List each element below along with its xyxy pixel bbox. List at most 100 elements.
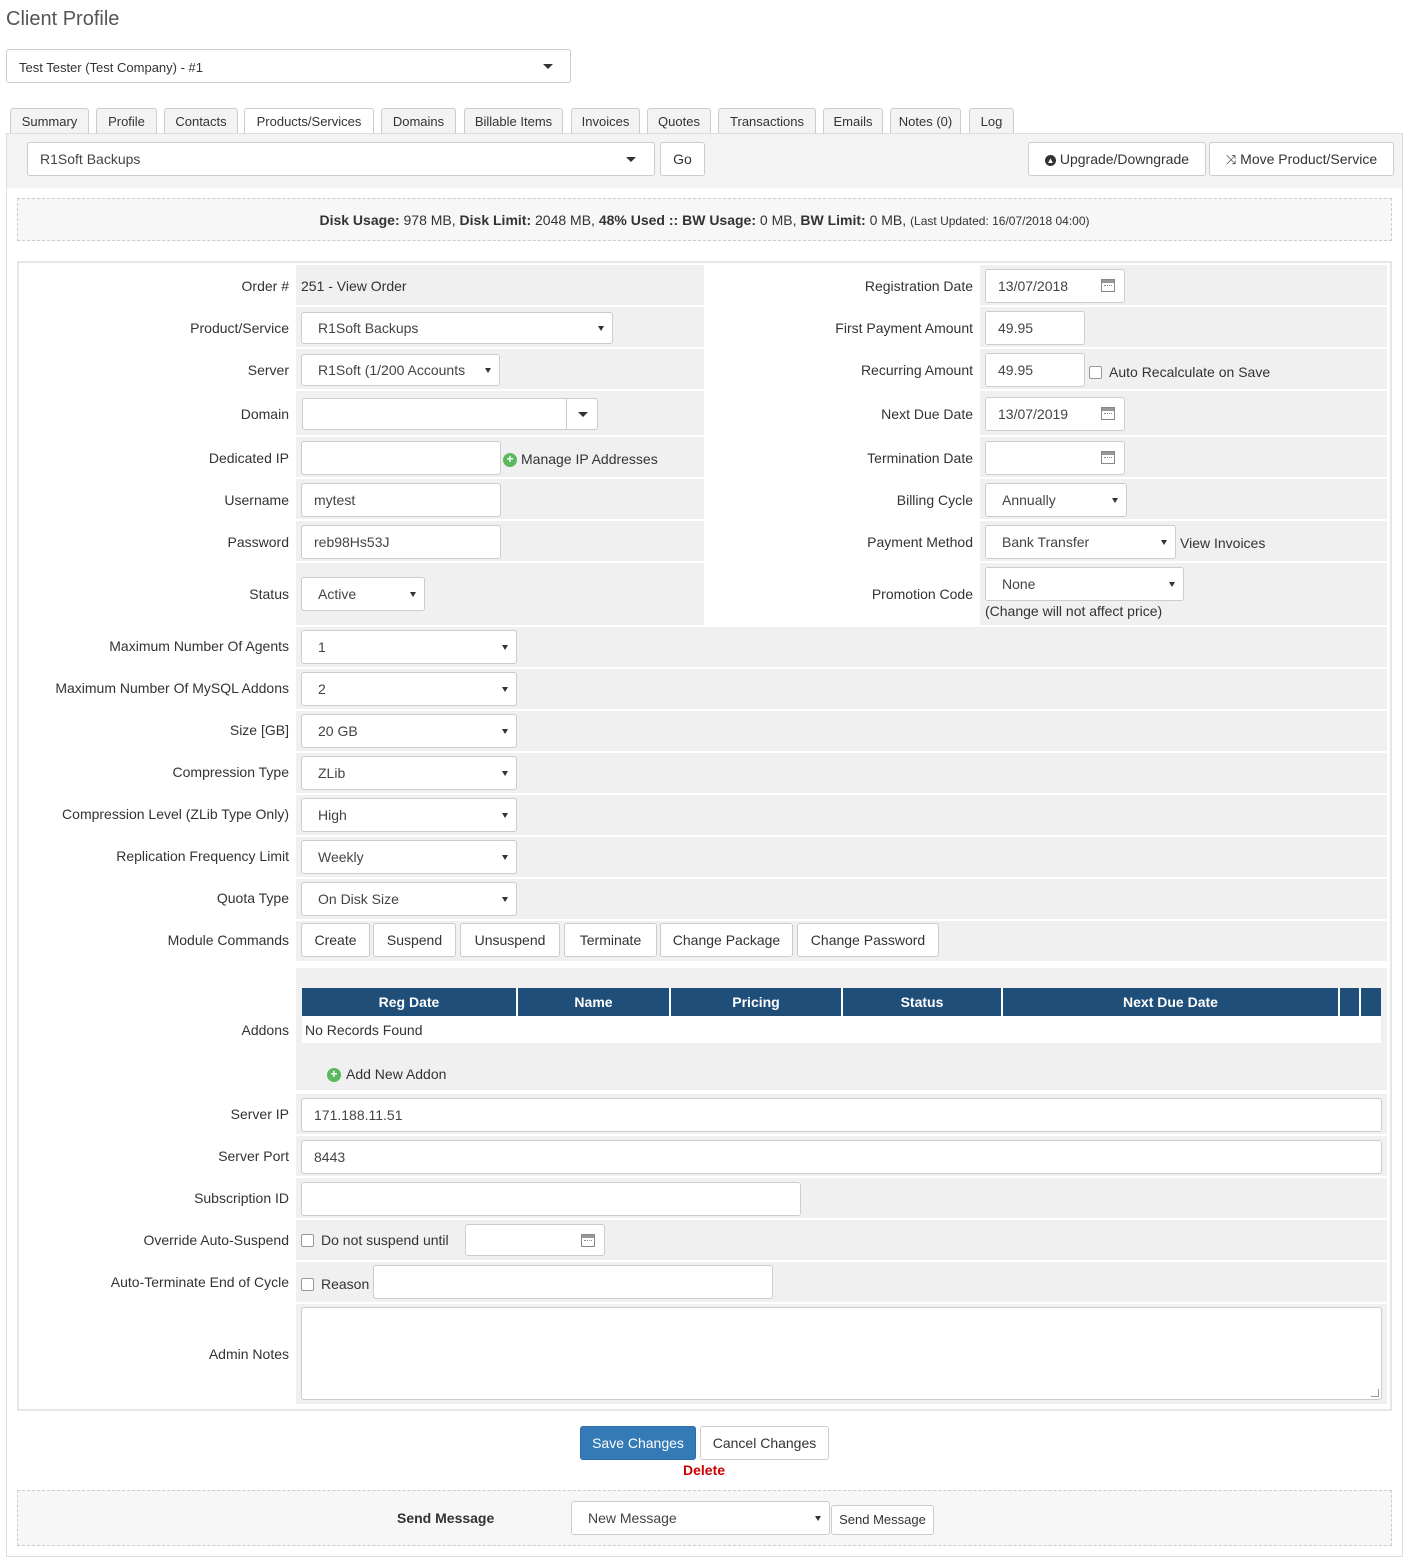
disk-usage-value: 978 MB, xyxy=(403,212,456,228)
password-input[interactable]: reb98Hs53J xyxy=(301,525,501,559)
billing-cycle-label: Billing Cycle xyxy=(896,492,973,508)
server-port-input[interactable]: 8443 xyxy=(301,1140,1382,1174)
server-ip-input[interactable]: 171.188.11.51 xyxy=(301,1098,1382,1132)
addons-header-next-due[interactable]: Next Due Date xyxy=(1003,988,1340,1016)
create-button[interactable]: Create xyxy=(301,923,370,957)
billing-cycle-select[interactable]: Annually xyxy=(985,483,1127,517)
override-checkbox[interactable] xyxy=(301,1234,314,1247)
auto-recalc-checkbox[interactable] xyxy=(1089,366,1102,379)
reason-input[interactable] xyxy=(373,1265,773,1299)
tab-domains[interactable]: Domains xyxy=(381,108,456,134)
terminate-button[interactable]: Terminate xyxy=(564,923,657,957)
view-invoices-link[interactable]: View Invoices xyxy=(1180,535,1265,551)
resize-handle-icon[interactable] xyxy=(1371,1389,1379,1397)
manage-ip-link[interactable]: Manage IP Addresses xyxy=(521,451,658,467)
product-select[interactable]: R1Soft Backups xyxy=(27,142,655,176)
tab-products-services[interactable]: Products/Services xyxy=(244,108,374,135)
next-due-input[interactable]: 13/07/2019 xyxy=(985,397,1125,431)
option-label-compression-type: Compression Type xyxy=(172,764,289,780)
tab-emails[interactable]: Emails xyxy=(823,108,883,134)
subscription-input[interactable] xyxy=(301,1182,801,1216)
change-package-button[interactable]: Change Package xyxy=(660,923,793,957)
domain-input[interactable] xyxy=(302,398,598,430)
disk-used-percent: 48% Used xyxy=(598,212,665,228)
recurring-label: Recurring Amount xyxy=(860,362,973,378)
override-label: Override Auto-Suspend xyxy=(143,1232,289,1248)
option-label-compression-level: Compression Level (ZLib Type Only) xyxy=(62,806,289,822)
domain-dropdown-toggle[interactable] xyxy=(566,399,598,429)
tab-contacts[interactable]: Contacts xyxy=(164,108,238,134)
tab-summary[interactable]: Summary xyxy=(10,108,89,134)
chevron-down-icon xyxy=(578,412,588,417)
go-button[interactable]: Go xyxy=(660,142,705,176)
move-product-label: Move Product/Service xyxy=(1240,151,1378,167)
tab-transactions[interactable]: Transactions xyxy=(718,108,816,134)
autoterm-label: Auto-Terminate End of Cycle xyxy=(110,1274,289,1290)
send-message-button[interactable]: Send Message xyxy=(831,1505,934,1535)
move-product-button[interactable]: ⤨ Move Product/Service xyxy=(1209,142,1394,176)
unsuspend-button[interactable]: Unsuspend xyxy=(460,923,560,957)
chevron-down-icon xyxy=(1169,582,1175,587)
option-select-agents[interactable]: 1 xyxy=(301,630,517,664)
recurring-input[interactable]: 49.95 xyxy=(985,353,1085,387)
override-date-input[interactable] xyxy=(465,1224,605,1256)
termination-label: Termination Date xyxy=(867,450,973,466)
promo-select[interactable]: None xyxy=(985,567,1184,601)
bw-usage-label: BW Usage: xyxy=(682,212,757,228)
dedicated-ip-input[interactable] xyxy=(301,441,501,475)
tab-invoices[interactable]: Invoices xyxy=(571,108,640,134)
reg-date-value: 13/07/2018 xyxy=(998,278,1069,294)
product-service-select[interactable]: R1Soft Backups xyxy=(301,312,613,344)
upgrade-downgrade-button[interactable]: ▲ Upgrade/Downgrade xyxy=(1028,142,1206,176)
dedicated-ip-label: Dedicated IP xyxy=(208,450,289,466)
option-value-compression-level: High xyxy=(318,807,347,823)
calendar-icon[interactable] xyxy=(1101,451,1115,464)
option-select-size[interactable]: 20 GB xyxy=(301,714,517,748)
tab-log[interactable]: Log xyxy=(969,108,1014,134)
option-select-mysql[interactable]: 2 xyxy=(301,672,517,706)
chevron-down-icon xyxy=(1161,540,1167,545)
payment-method-value: Bank Transfer xyxy=(1002,534,1090,550)
username-input[interactable]: mytest xyxy=(301,483,501,517)
client-select[interactable]: Test Tester (Test Company) - #1 xyxy=(6,49,571,83)
option-select-compression-type[interactable]: ZLib xyxy=(301,756,517,790)
status-select[interactable]: Active xyxy=(301,577,425,611)
next-due-value: 13/07/2019 xyxy=(998,406,1069,422)
option-select-quota[interactable]: On Disk Size xyxy=(301,882,517,916)
chevron-down-icon xyxy=(410,592,416,597)
change-password-button[interactable]: Change Password xyxy=(797,923,939,957)
delete-link[interactable]: Delete xyxy=(683,1462,725,1478)
tab-notes[interactable]: Notes (0) xyxy=(890,108,961,134)
usage-separator: :: xyxy=(668,212,679,228)
payment-method-select[interactable]: Bank Transfer xyxy=(985,525,1176,559)
suspend-button[interactable]: Suspend xyxy=(373,923,456,957)
product-select-value: R1Soft Backups xyxy=(40,151,141,167)
order-value-link[interactable]: 251 - View Order xyxy=(301,278,407,294)
status-label: Status xyxy=(249,586,289,602)
calendar-icon[interactable] xyxy=(581,1234,595,1247)
reg-date-input[interactable]: 13/07/2018 xyxy=(985,269,1125,303)
termination-input[interactable] xyxy=(985,441,1125,475)
tab-billable-items[interactable]: Billable Items xyxy=(464,108,563,134)
first-payment-input[interactable]: 49.95 xyxy=(985,311,1085,345)
addons-header-name[interactable]: Name xyxy=(518,988,671,1016)
calendar-icon[interactable] xyxy=(1101,279,1115,292)
addons-header-pricing[interactable]: Pricing xyxy=(671,988,843,1016)
cancel-changes-button[interactable]: Cancel Changes xyxy=(700,1426,829,1460)
addons-header-status[interactable]: Status xyxy=(843,988,1003,1016)
message-template-select[interactable]: New Message xyxy=(571,1501,830,1535)
option-select-compression-level[interactable]: High xyxy=(301,798,517,832)
add-addon-link[interactable]: Add New Addon xyxy=(346,1066,446,1082)
server-select[interactable]: R1Soft (1/200 Accounts xyxy=(301,354,500,386)
option-select-replication[interactable]: Weekly xyxy=(301,840,517,874)
product-service-value: R1Soft Backups xyxy=(318,320,419,336)
admin-notes-textarea[interactable] xyxy=(301,1307,1382,1400)
autoterm-checkbox[interactable] xyxy=(301,1278,314,1291)
tab-quotes[interactable]: Quotes xyxy=(647,108,711,134)
calendar-icon[interactable] xyxy=(1101,407,1115,420)
last-updated: (Last Updated: 16/07/2018 04:00) xyxy=(910,214,1090,228)
upgrade-downgrade-label: Upgrade/Downgrade xyxy=(1059,151,1190,167)
addons-header-reg-date[interactable]: Reg Date xyxy=(302,988,518,1016)
tab-profile[interactable]: Profile xyxy=(96,108,157,134)
save-changes-button[interactable]: Save Changes xyxy=(580,1426,696,1460)
